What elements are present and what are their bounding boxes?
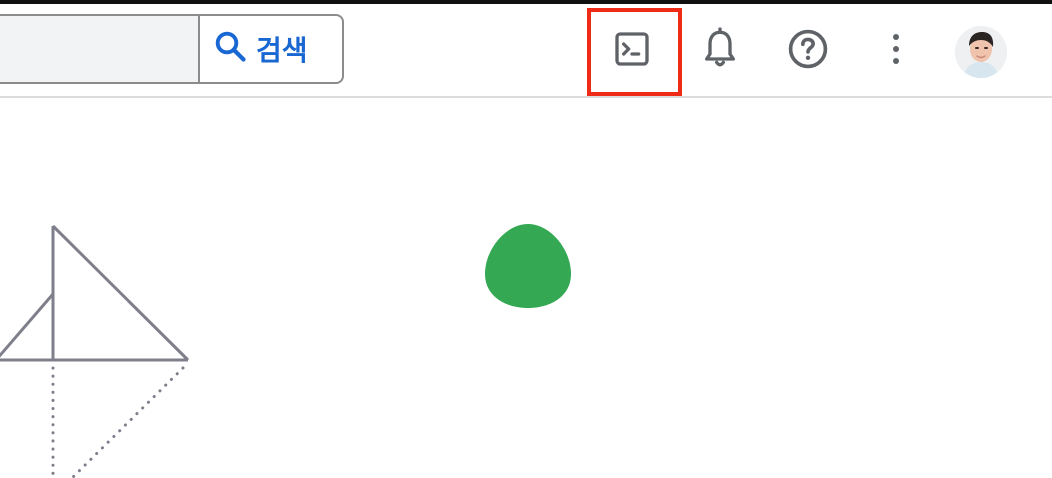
welcome-illustration xyxy=(0,98,1052,478)
user-photo xyxy=(955,26,1007,78)
search-input[interactable] xyxy=(0,16,200,82)
dotted-lines xyxy=(51,366,185,478)
top-header: 검색 xyxy=(0,4,1052,98)
green-blob-illustration xyxy=(485,224,571,308)
triangle-illustration xyxy=(0,224,190,362)
help-icon xyxy=(786,27,830,75)
search-bar: 검색 xyxy=(0,14,344,84)
more-options-button[interactable] xyxy=(861,4,931,98)
more-vert-icon xyxy=(890,33,902,69)
search-button-label: 검색 xyxy=(256,34,308,67)
help-button[interactable] xyxy=(773,4,843,98)
avatar[interactable] xyxy=(955,26,1007,78)
highlight-box xyxy=(587,8,682,96)
bell-icon xyxy=(700,27,740,75)
cloud-console-page: 검색 xyxy=(0,0,1052,478)
search-button[interactable]: 검색 xyxy=(202,16,342,82)
search-icon xyxy=(212,28,248,71)
notifications-button[interactable] xyxy=(685,4,755,98)
